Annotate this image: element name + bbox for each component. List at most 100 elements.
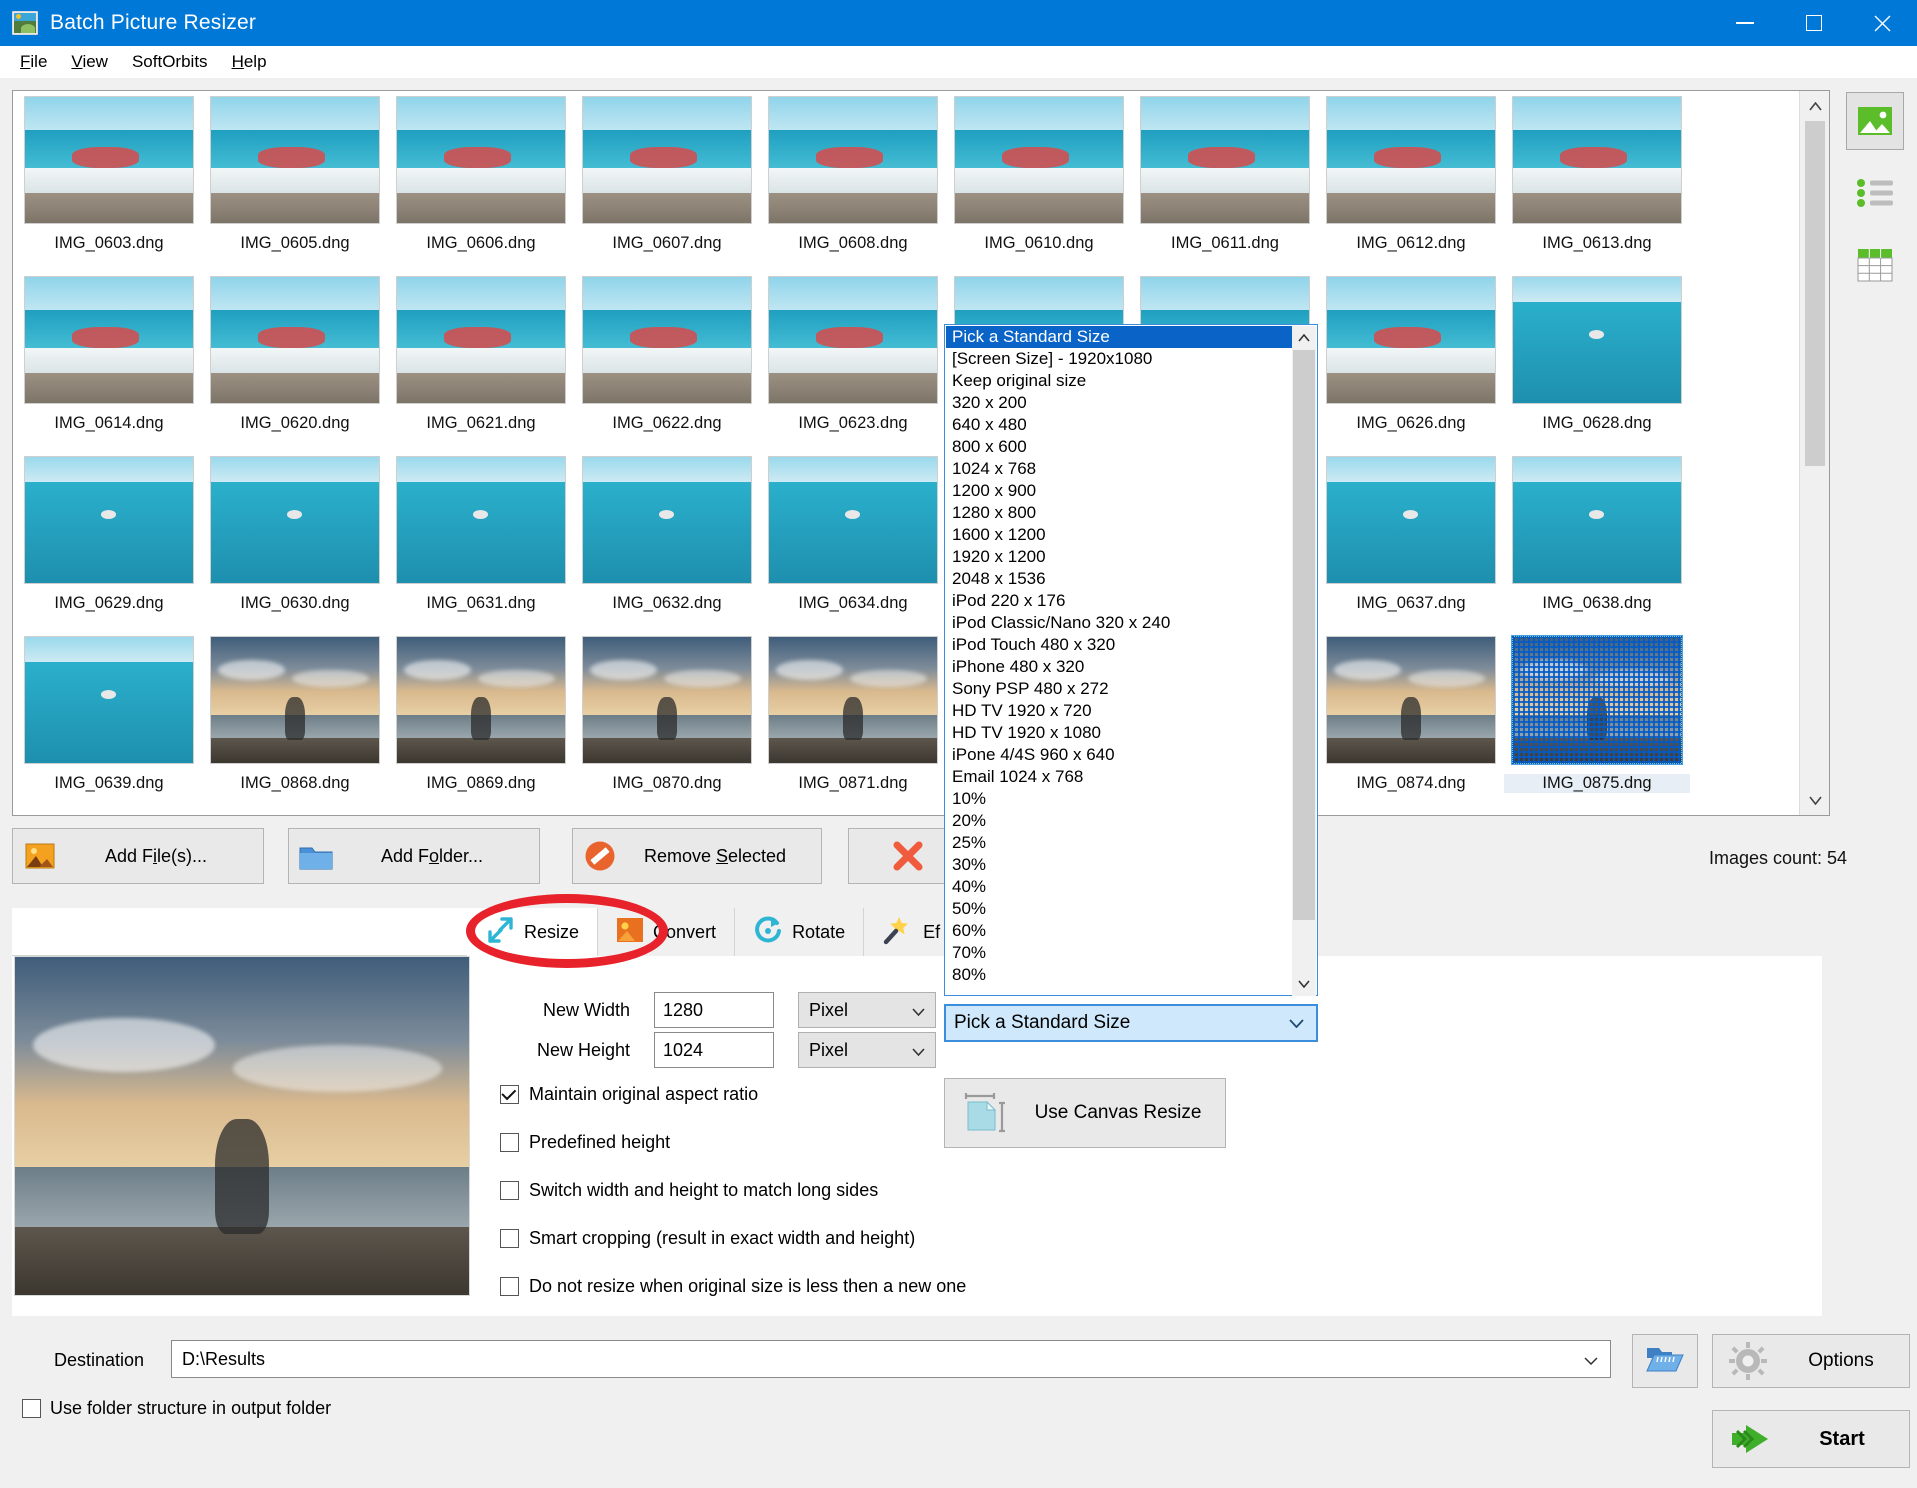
maximize-button[interactable]: [1779, 0, 1848, 46]
thumbnail-image[interactable]: [1511, 635, 1683, 765]
thumbnail-item[interactable]: IMG_0623.dng: [760, 271, 946, 451]
thumbnail-image[interactable]: [24, 96, 194, 224]
thumbnail-image[interactable]: [954, 96, 1124, 224]
tab-rotate[interactable]: Rotate: [735, 908, 865, 956]
dropdown-option[interactable]: 2048 x 1536: [946, 568, 1294, 590]
thumbnail-item[interactable]: IMG_0630.dng: [202, 451, 388, 631]
dropdown-option[interactable]: Pick a Standard Size: [946, 326, 1294, 348]
thumbnail-item[interactable]: IMG_0639.dng: [16, 631, 202, 811]
thumbnail-image[interactable]: [582, 456, 752, 584]
thumbnail-image[interactable]: [210, 276, 380, 404]
checkbox-box[interactable]: [500, 1085, 519, 1104]
thumbnail-item[interactable]: IMG_0610.dng: [946, 91, 1132, 271]
thumbnail-item[interactable]: IMG_0612.dng: [1318, 91, 1504, 271]
thumbnail-item[interactable]: IMG_0608.dng: [760, 91, 946, 271]
new-width-unit-select[interactable]: Pixel: [798, 992, 936, 1028]
checkbox-box[interactable]: [500, 1277, 519, 1296]
scrollbar-thumb[interactable]: [1805, 121, 1825, 466]
dropdown-option[interactable]: 1600 x 1200: [946, 524, 1294, 546]
dropdown-option[interactable]: 1200 x 900: [946, 480, 1294, 502]
menu-softorbits[interactable]: SoftOrbits: [120, 49, 220, 75]
minimize-button[interactable]: [1710, 0, 1779, 46]
scroll-up-icon[interactable]: [1800, 91, 1829, 121]
close-button[interactable]: [1848, 0, 1917, 46]
thumbnail-pane[interactable]: IMG_0603.dng IMG_0605.dng IMG_0606.dng IMG_…: [12, 90, 1830, 816]
options-button[interactable]: Options: [1712, 1334, 1910, 1388]
dropdown-option[interactable]: Keep original size: [946, 370, 1294, 392]
checkbox-predefined-height[interactable]: Predefined height: [500, 1132, 670, 1153]
standard-size-dropdown-list[interactable]: Pick a Standard Size [Screen Size] - 1920…: [944, 324, 1318, 996]
thumbnail-item[interactable]: IMG_0875.dng: [1504, 631, 1690, 811]
dropdown-option[interactable]: iPod 220 x 176: [946, 590, 1294, 612]
dropdown-option[interactable]: 20%: [946, 810, 1294, 832]
browse-destination-button[interactable]: [1632, 1334, 1698, 1388]
thumbnail-item[interactable]: IMG_0631.dng: [388, 451, 574, 631]
thumbnail-image[interactable]: [768, 276, 938, 404]
thumbnail-item[interactable]: IMG_0869.dng: [388, 631, 574, 811]
thumbnail-image[interactable]: [210, 636, 380, 764]
thumbnail-item[interactable]: IMG_0607.dng: [574, 91, 760, 271]
checkbox-use-folder-structure[interactable]: Use folder structure in output folder: [22, 1398, 331, 1419]
dropdown-option[interactable]: 50%: [946, 898, 1294, 920]
thumbnail-item[interactable]: IMG_0871.dng: [760, 631, 946, 811]
menu-help[interactable]: Help: [220, 49, 279, 75]
menu-file[interactable]: File: [8, 49, 59, 75]
dropdown-option[interactable]: iPone 4/4S 960 x 640: [946, 744, 1294, 766]
destination-input[interactable]: D:\Results: [171, 1340, 1611, 1378]
thumbnail-image[interactable]: [1512, 276, 1682, 404]
menu-view[interactable]: View: [59, 49, 120, 75]
new-width-input[interactable]: 1280: [654, 992, 774, 1028]
dropdown-scroll-up-icon[interactable]: [1292, 326, 1316, 350]
thumbnail-item[interactable]: IMG_0868.dng: [202, 631, 388, 811]
dropdown-option[interactable]: 60%: [946, 920, 1294, 942]
dropdown-option[interactable]: iPod Classic/Nano 320 x 240: [946, 612, 1294, 634]
dropdown-option[interactable]: iPhone 480 x 320: [946, 656, 1294, 678]
thumbnail-image[interactable]: [396, 96, 566, 224]
checkbox-box[interactable]: [500, 1229, 519, 1248]
view-details-button[interactable]: [1846, 236, 1904, 294]
thumbnail-item[interactable]: IMG_0603.dng: [16, 91, 202, 271]
dropdown-option[interactable]: 640 x 480: [946, 414, 1294, 436]
dropdown-options[interactable]: Pick a Standard Size [Screen Size] - 1920…: [946, 326, 1294, 986]
thumbnail-item[interactable]: IMG_0611.dng: [1132, 91, 1318, 271]
dropdown-option[interactable]: 1280 x 800: [946, 502, 1294, 524]
dropdown-option[interactable]: HD TV 1920 x 720: [946, 700, 1294, 722]
checkbox-maintain-aspect-ratio[interactable]: Maintain original aspect ratio: [500, 1084, 758, 1105]
dropdown-option[interactable]: 800 x 600: [946, 436, 1294, 458]
checkbox-do-not-resize-smaller[interactable]: Do not resize when original size is less…: [500, 1276, 966, 1297]
thumbnail-grid[interactable]: IMG_0603.dng IMG_0605.dng IMG_0606.dng IMG_…: [13, 91, 1799, 815]
thumbnail-item[interactable]: IMG_0620.dng: [202, 271, 388, 451]
dropdown-option[interactable]: 70%: [946, 942, 1294, 964]
dropdown-option[interactable]: iPod Touch 480 x 320: [946, 634, 1294, 656]
chevron-down-icon[interactable]: [1584, 1349, 1610, 1370]
new-height-input[interactable]: 1024: [654, 1032, 774, 1068]
tab-convert[interactable]: Convert: [598, 908, 736, 956]
dropdown-option[interactable]: 1920 x 1200: [946, 546, 1294, 568]
new-height-unit-select[interactable]: Pixel: [798, 1032, 936, 1068]
thumbnail-item[interactable]: IMG_0632.dng: [574, 451, 760, 631]
start-button[interactable]: Start: [1712, 1410, 1910, 1468]
thumbnail-image[interactable]: [582, 636, 752, 764]
view-thumbnails-button[interactable]: [1846, 92, 1904, 150]
add-files-button[interactable]: Add File(s)...: [12, 828, 264, 884]
thumbnail-image[interactable]: [24, 456, 194, 584]
thumbnail-image[interactable]: [768, 96, 938, 224]
thumbnail-image[interactable]: [1326, 456, 1496, 584]
thumbnail-item[interactable]: IMG_0606.dng: [388, 91, 574, 271]
dropdown-option[interactable]: Email 1024 x 768: [946, 766, 1294, 788]
dropdown-option[interactable]: 30%: [946, 854, 1294, 876]
checkbox-smart-cropping[interactable]: Smart cropping (result in exact width an…: [500, 1228, 915, 1249]
dropdown-option[interactable]: 320 x 200: [946, 392, 1294, 414]
view-list-button[interactable]: [1846, 164, 1904, 222]
thumbnail-image[interactable]: [24, 636, 194, 764]
thumbnail-image[interactable]: [1326, 276, 1496, 404]
dropdown-scroll-down-icon[interactable]: [1292, 972, 1316, 996]
thumbnail-image[interactable]: [768, 456, 938, 584]
checkbox-box[interactable]: [500, 1133, 519, 1152]
thumbnail-item[interactable]: IMG_0621.dng: [388, 271, 574, 451]
thumbnail-image[interactable]: [582, 276, 752, 404]
thumbnail-item[interactable]: IMG_0628.dng: [1504, 271, 1690, 451]
thumbnail-image[interactable]: [768, 636, 938, 764]
thumbnail-image[interactable]: [396, 276, 566, 404]
dropdown-option[interactable]: 40%: [946, 876, 1294, 898]
